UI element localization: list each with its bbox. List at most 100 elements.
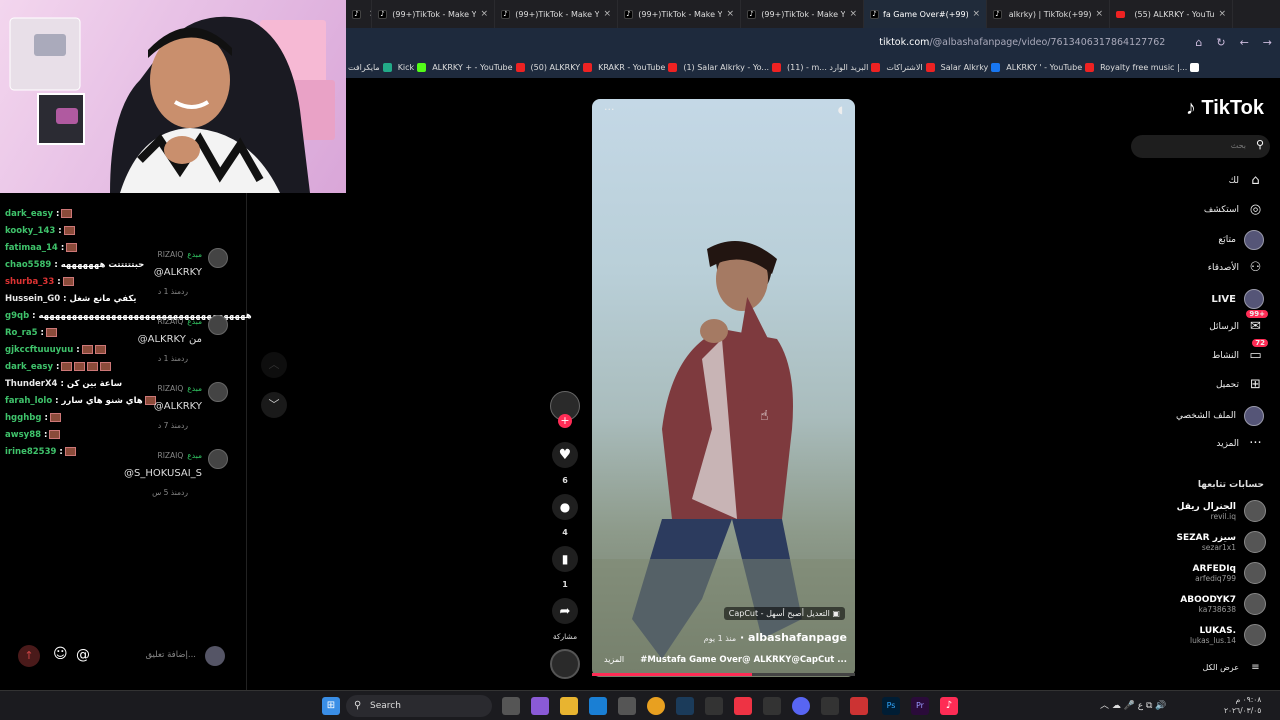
chat-username[interactable]: Ro_ra5 — [5, 328, 37, 338]
comment-button[interactable]: ● — [552, 494, 578, 520]
forward-icon[interactable]: → — [1263, 36, 1272, 49]
emoji-icon[interactable]: ☺ — [53, 646, 68, 662]
close-tab-icon[interactable]: × — [480, 9, 488, 19]
chrome-icon[interactable] — [647, 697, 665, 715]
address-bar[interactable]: tiktok.com/@albashafanpage/video/7613406… — [346, 28, 1280, 56]
browser-tab[interactable]: ♪ fa Game Over#(+99) × — [864, 0, 987, 28]
back-icon[interactable]: ← — [1240, 36, 1249, 49]
chat-username[interactable]: ThunderX4 — [5, 379, 57, 389]
browser-tab[interactable]: ♪ (99+)TikTok - Make Y × — [618, 0, 741, 28]
sidebar-item[interactable]: LIVE ● — [1211, 289, 1264, 309]
chat-username[interactable]: fatimaa_14 — [5, 243, 58, 253]
following-item[interactable]: ARFEDIq arfediq799 — [1193, 562, 1266, 584]
send-button[interactable]: ↑ — [18, 645, 40, 667]
brave-icon[interactable] — [734, 697, 752, 715]
follow-plus-icon[interactable]: + — [558, 414, 572, 428]
bookmark-item[interactable]: Kick — [398, 62, 427, 72]
capcut-icon[interactable] — [763, 697, 781, 715]
save-button[interactable]: ▮ — [552, 546, 578, 572]
comment-author[interactable]: RIZAIQ مبدع — [157, 317, 202, 326]
following-item[interactable]: SEZAR سيزر sezar1x1 — [1177, 531, 1266, 553]
taskbar-search[interactable]: ⚲ Search — [346, 695, 492, 717]
close-tab-icon[interactable]: × — [1218, 9, 1226, 19]
file-explorer-icon[interactable] — [560, 697, 578, 715]
bookmark-item[interactable]: (50) ALKRKY — [531, 62, 593, 72]
sidebar-item[interactable]: استكشف ◎ — [1204, 201, 1264, 218]
following-item[interactable]: LUKAS. lukas_lus.14 — [1190, 624, 1266, 646]
bookmark-item[interactable]: Salar Alkrky — [941, 62, 1001, 72]
chat-username[interactable]: Hussein_G0 — [5, 294, 60, 304]
browser-tab[interactable]: ♪ alkrky) | TikTok(+99) × — [987, 0, 1110, 28]
task-view-icon[interactable] — [502, 697, 520, 715]
clock[interactable]: ٠٩:٠٨ م ٢٠٢٦/٠٣/٠٥ — [1224, 694, 1261, 716]
chat-username[interactable]: shurba_33 — [5, 277, 54, 287]
video-player[interactable]: ··· ◖ CapCut - التعديل أصبح أسهل ▣ منذ 1… — [592, 99, 855, 677]
sidebar-item[interactable]: لك ⌂ — [1229, 172, 1264, 189]
chat-username[interactable]: kooky_143 — [5, 226, 55, 236]
sidebar-item[interactable]: الأصدقاء ⚇ — [1208, 259, 1264, 276]
reply-link[interactable]: رد — [181, 287, 188, 296]
sidebar-item[interactable]: الرسائل ✉ 99+ — [1209, 310, 1268, 335]
photoshop-icon[interactable]: Ps — [882, 697, 900, 715]
browser-tab[interactable]: ♪ (99+)TikTok - Make Y × — [741, 0, 864, 28]
chat-username[interactable]: hgghbg — [5, 413, 41, 423]
discord-icon[interactable] — [792, 697, 810, 715]
following-item[interactable]: الجنرال ريقل revil.iq — [1177, 500, 1266, 522]
comment-avatar[interactable] — [208, 382, 228, 402]
premiere-icon[interactable]: Pr — [911, 697, 929, 715]
sidebar-item[interactable]: متابَع ● — [1218, 230, 1264, 250]
sidebar-item[interactable]: تحميل ⊞ — [1216, 376, 1264, 393]
close-tab-icon[interactable]: × — [1095, 9, 1103, 19]
mention-icon[interactable]: @ — [76, 647, 90, 663]
url-text[interactable]: tiktok.com/@albashafanpage/video/7613406… — [879, 37, 1165, 48]
chat-username[interactable]: chao5589 — [5, 260, 51, 270]
tiktok-icon[interactable]: ♪ — [940, 697, 958, 715]
comment-avatar[interactable] — [208, 449, 228, 469]
bookmark-item[interactable]: (11) - m... البريد الوارد — [787, 62, 881, 72]
comment-author[interactable]: RIZAIQ مبدع — [157, 451, 202, 460]
close-tab-icon[interactable]: × — [726, 9, 734, 19]
comment-avatar[interactable] — [208, 315, 228, 335]
comment-author[interactable]: RIZAIQ مبدع — [157, 384, 202, 393]
bookmark-item[interactable]: Royalty free music |... — [1100, 62, 1200, 72]
following-item[interactable]: ABOODYK7 ka738638 — [1180, 593, 1266, 615]
close-tab-icon[interactable]: × — [849, 9, 857, 19]
bookmark-item[interactable]: KRAKR - YouTube — [598, 62, 678, 72]
bookmark-item[interactable]: ALKRKY + - YouTube — [432, 62, 525, 72]
video-author[interactable]: منذ 1 يوم · albashafanpage — [704, 631, 847, 644]
bookmark-item[interactable]: ALKRKY ' - YouTube — [1006, 62, 1095, 72]
reload-icon[interactable]: ↻ — [1216, 36, 1225, 49]
browser-tab[interactable]: (55) ALKRKY - YouTu × — [1110, 0, 1233, 28]
steam-icon[interactable] — [676, 697, 694, 715]
capcut-badge[interactable]: CapCut - التعديل أصبح أسهل ▣ — [723, 607, 845, 620]
see-all-button[interactable]: عرض الكل ≡ — [1202, 659, 1264, 676]
sidebar-item[interactable]: النشاط ▭ 72 — [1212, 339, 1268, 364]
reply-link[interactable]: رد — [181, 354, 188, 363]
reply-link[interactable]: رد — [181, 488, 188, 497]
system-tray[interactable]: ︿ ☁ 🎤 ع ⧉ 🔊 — [1100, 698, 1167, 711]
volume-icon[interactable]: ◖ — [838, 105, 843, 116]
start-icon[interactable]: ⊞ — [322, 697, 340, 715]
chat-username[interactable]: dark_easy — [5, 362, 53, 372]
bookmark-item[interactable]: (1) Salar Alkrky - Yo... — [683, 62, 782, 72]
chat-username[interactable]: awsy88 — [5, 430, 41, 440]
comment-input[interactable]: إضافة تعليق... — [96, 643, 200, 667]
edge-icon[interactable] — [589, 697, 607, 715]
home-icon[interactable]: ⌂ — [1195, 36, 1202, 49]
copilot-icon[interactable] — [531, 697, 549, 715]
chat-username[interactable]: farah_lolo — [5, 396, 52, 406]
browser-tab[interactable]: ♪ (99+)TikTok - Make Y × — [495, 0, 618, 28]
close-tab-icon[interactable]: × — [603, 9, 611, 19]
bookmark-item[interactable]: مايكرافت — [348, 62, 392, 72]
comment-avatar[interactable] — [208, 248, 228, 268]
music-disc[interactable] — [550, 649, 580, 679]
browser-tab[interactable]: ♪ (99+)TikTok - Make Y × — [372, 0, 495, 28]
tiktok-logo[interactable]: ♪ TikTok — [1186, 97, 1264, 120]
like-button[interactable]: ♥ — [552, 442, 578, 468]
sidebar-item[interactable]: المزيد ··· — [1216, 435, 1264, 452]
bookmark-item[interactable]: الاشتراكات — [886, 62, 935, 72]
chat-username[interactable]: gjkccftuuuyuu — [5, 345, 73, 355]
app-icon[interactable] — [850, 697, 868, 715]
chat-username[interactable]: dark_easy — [5, 209, 53, 219]
next-video-button[interactable]: ﹀ — [261, 392, 287, 418]
